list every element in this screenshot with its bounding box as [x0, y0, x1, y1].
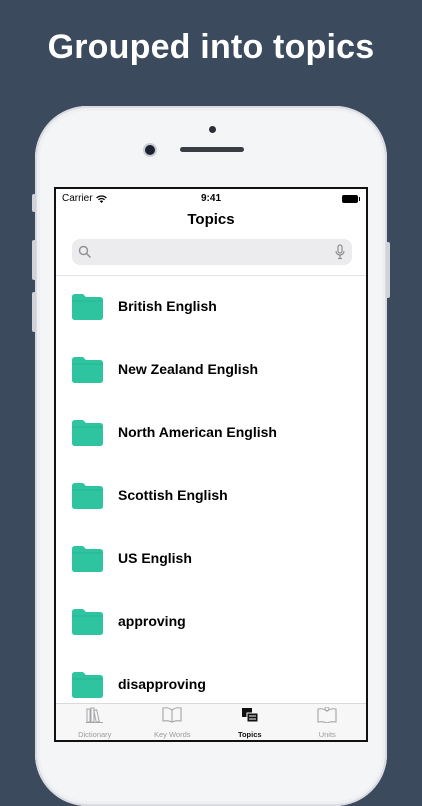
topic-row[interactable]: British English — [56, 276, 366, 339]
tab-label: Key Words — [153, 730, 191, 739]
topics-icon — [241, 707, 259, 728]
mute-switch — [32, 194, 36, 212]
tab-label: Topics — [237, 730, 262, 739]
folder-icon — [72, 357, 103, 383]
tab-bar: Dictionary Key Words Topics Units — [56, 703, 366, 740]
folder-icon — [72, 294, 103, 320]
status-bar: Carrier 9:41 — [56, 189, 366, 207]
search-input[interactable] — [96, 239, 330, 267]
topic-label: US English — [118, 550, 192, 566]
topic-row[interactable]: US English — [56, 528, 366, 591]
units-book-icon — [317, 706, 337, 728]
topic-label: Scottish English — [118, 487, 228, 503]
power-button — [386, 242, 390, 298]
open-book-icon — [162, 707, 182, 728]
tab-topics[interactable]: Topics — [211, 704, 289, 740]
folder-icon — [72, 420, 103, 446]
topic-row[interactable]: North American English — [56, 402, 366, 465]
front-camera — [145, 145, 155, 155]
search-icon — [78, 245, 91, 258]
app-screen: Carrier 9:41 Topics British English New Z… — [54, 187, 368, 742]
topic-label: North American English — [118, 424, 277, 440]
tab-label: Dictionary — [78, 730, 112, 739]
search-bar[interactable] — [72, 239, 352, 267]
volume-down-button — [32, 292, 36, 332]
tab-units[interactable]: Units — [289, 704, 367, 740]
folder-icon — [72, 672, 103, 698]
books-icon — [85, 707, 104, 728]
battery-icon — [342, 195, 360, 203]
topic-label: disapproving — [118, 676, 206, 692]
status-time: 9:41 — [200, 193, 221, 204]
folder-icon — [72, 546, 103, 572]
topic-row[interactable]: Scottish English — [56, 465, 366, 528]
tab-dictionary[interactable]: Dictionary — [56, 704, 134, 740]
topic-row[interactable]: New Zealand English — [56, 339, 366, 402]
topic-label: New Zealand English — [118, 361, 259, 377]
tab-label: Units — [318, 730, 336, 739]
promo-headline: Grouped into topics — [47, 28, 375, 66]
topics-list: British English New Zealand English North … — [56, 276, 366, 717]
topic-row[interactable]: approving — [56, 591, 366, 654]
proximity-sensor — [209, 126, 216, 133]
page-title: Topics — [187, 211, 235, 228]
folder-icon — [72, 609, 103, 635]
topic-label: British English — [118, 298, 217, 314]
earpiece-speaker — [180, 147, 244, 152]
folder-icon — [72, 483, 103, 509]
microphone-icon[interactable] — [335, 244, 345, 260]
topic-label: approving — [118, 613, 186, 629]
volume-up-button — [32, 240, 36, 280]
tab-key-words[interactable]: Key Words — [134, 704, 212, 740]
